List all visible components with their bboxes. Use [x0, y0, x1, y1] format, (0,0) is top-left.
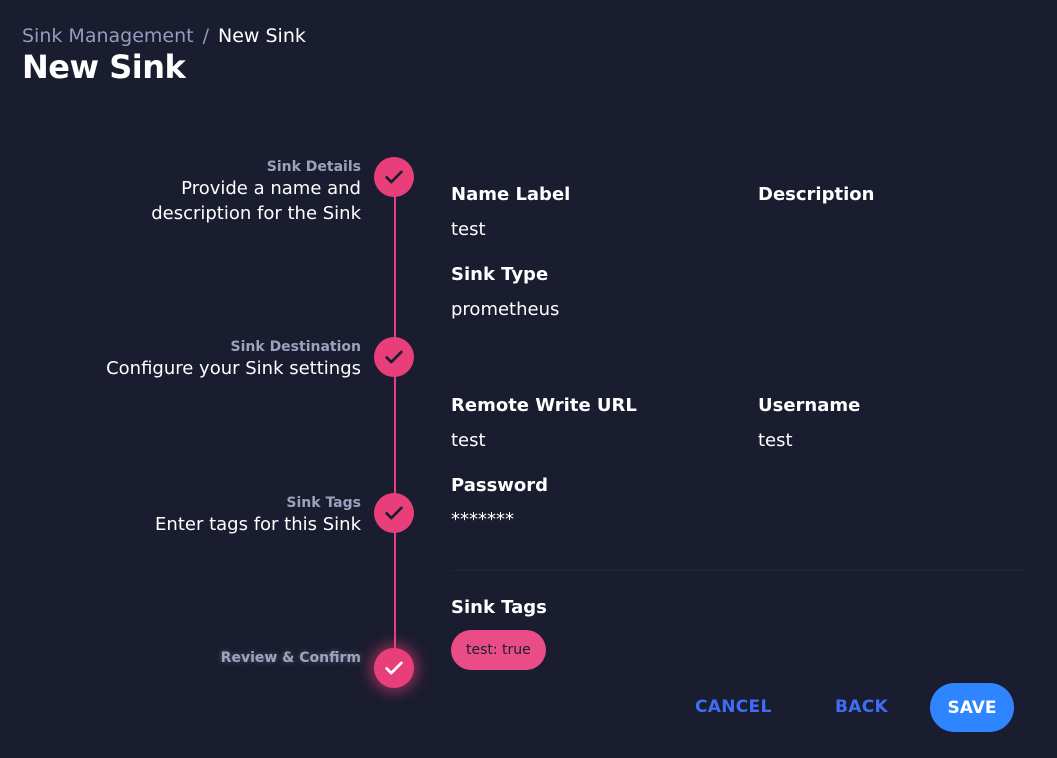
- step-description: Configure your Sink settings: [106, 358, 361, 379]
- check-icon: [385, 661, 403, 675]
- step-label: Sink Destination: [230, 339, 361, 355]
- step-active-check-icon[interactable]: [374, 648, 414, 688]
- breadcrumb-current: New Sink: [218, 25, 306, 47]
- step-sink-details[interactable]: Sink Details Provide a name and descript…: [151, 158, 361, 226]
- check-icon: [385, 170, 403, 184]
- section-divider: [451, 570, 1025, 571]
- save-button[interactable]: SAVE: [930, 683, 1014, 732]
- step-review-confirm[interactable]: Review & Confirm: [221, 649, 361, 667]
- page-title: New Sink: [22, 48, 186, 86]
- breadcrumb: Sink Management / New Sink: [22, 24, 306, 48]
- step-complete-check-icon[interactable]: [374, 157, 414, 197]
- remote-write-url-heading: Remote Write URL: [451, 395, 637, 416]
- name-label-value: test: [451, 219, 486, 240]
- step-sink-destination[interactable]: Sink Destination Configure your Sink set…: [106, 338, 361, 381]
- name-label-heading: Name Label: [451, 184, 571, 205]
- sink-type-value: prometheus: [451, 299, 560, 320]
- step-description: description for the Sink: [151, 203, 361, 224]
- password-heading: Password: [451, 475, 549, 496]
- back-button[interactable]: BACK: [835, 697, 888, 717]
- sink-type-heading: Sink Type: [451, 264, 549, 285]
- check-icon: [385, 506, 403, 520]
- step-complete-check-icon[interactable]: [374, 493, 414, 533]
- step-label: Sink Tags: [286, 495, 361, 511]
- username-value: test: [758, 430, 793, 451]
- tag-chip: test: true: [451, 630, 546, 670]
- step-sink-tags[interactable]: Sink Tags Enter tags for this Sink: [155, 494, 361, 537]
- description-heading: Description: [758, 184, 875, 205]
- step-label: Review & Confirm: [220, 650, 361, 666]
- step-description: Enter tags for this Sink: [155, 514, 361, 535]
- step-description: Provide a name and: [181, 178, 361, 199]
- stepper-connector-line: [394, 190, 396, 670]
- breadcrumb-separator: /: [202, 25, 209, 47]
- username-heading: Username: [758, 395, 861, 416]
- breadcrumb-sink-management-link[interactable]: Sink Management: [22, 25, 194, 47]
- remote-write-url-value: test: [451, 430, 486, 451]
- cancel-button[interactable]: CANCEL: [695, 697, 772, 717]
- check-icon: [385, 350, 403, 364]
- password-value: *******: [451, 509, 514, 530]
- sink-tags-heading: Sink Tags: [451, 597, 547, 618]
- step-label: Sink Details: [266, 159, 361, 175]
- step-complete-check-icon[interactable]: [374, 337, 414, 377]
